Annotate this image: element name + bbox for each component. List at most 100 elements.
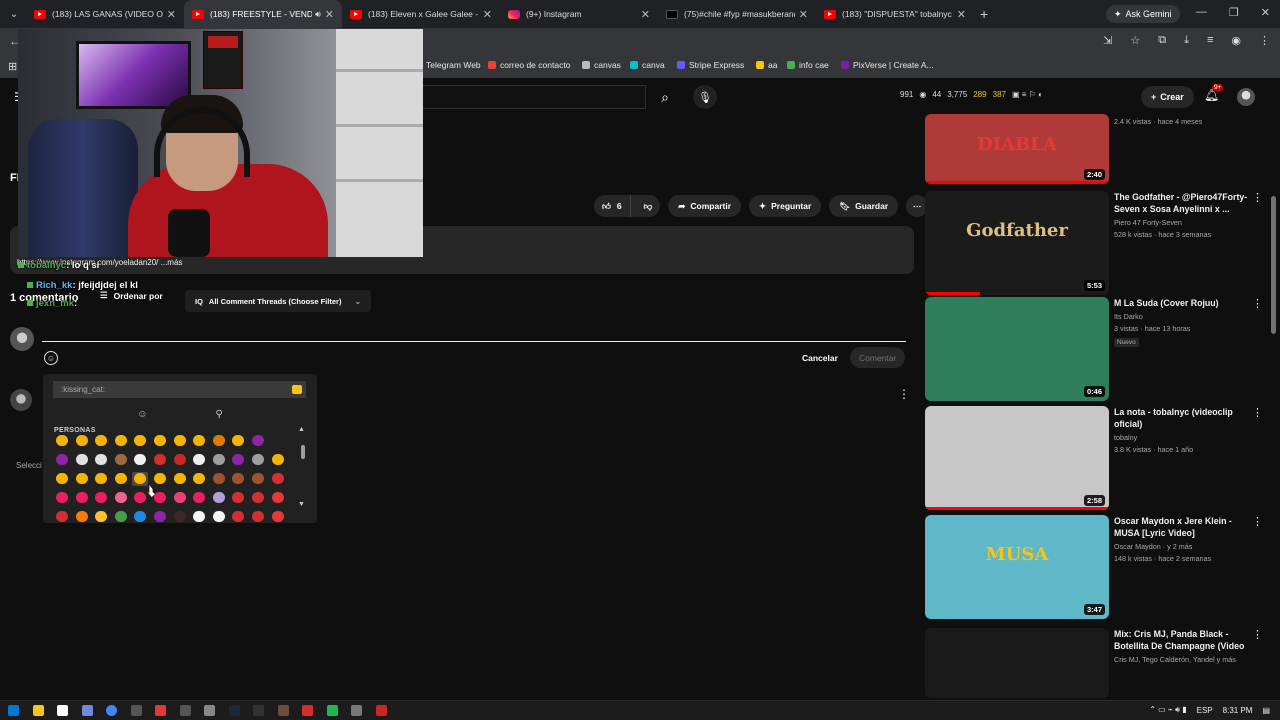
microphone-icon[interactable]: 🎙 (693, 85, 717, 109)
places-category-icon[interactable]: ⚲ (215, 409, 222, 420)
channel-name[interactable]: Oscar Maydon · y 2 más (1114, 542, 1252, 551)
emoji-icon[interactable] (54, 434, 70, 448)
video-thumbnail[interactable]: Godfather 5:53 (925, 191, 1109, 295)
browser-tab[interactable]: (183) FREESTYLE - VENDET🔊︎ ✕ (184, 0, 342, 28)
like-button[interactable]: 👍︎ 6 (594, 195, 631, 217)
skin-tone-icon[interactable] (292, 385, 302, 394)
comment-menu-icon[interactable]: ⋮ (898, 387, 910, 401)
emoji-icon[interactable] (211, 453, 227, 467)
comment-filter-dropdown[interactable]: IQ All Comment Threads (Choose Filter) ⌄ (185, 290, 371, 312)
channel-name[interactable]: Piero 47 Forty-Seven (1114, 218, 1252, 227)
emoji-icon[interactable] (191, 510, 207, 524)
emoji-icon[interactable] (250, 510, 266, 524)
emoji-icon[interactable] (172, 434, 188, 448)
bookmark-item[interactable]: Telegram Web (414, 60, 481, 70)
search-input[interactable] (422, 85, 646, 109)
app-icon[interactable] (130, 705, 142, 716)
emoji-icon[interactable] (152, 472, 168, 486)
emoji-scrollbar[interactable] (301, 445, 305, 459)
obs-icon[interactable] (155, 705, 166, 716)
video-thumbnail[interactable] (925, 628, 1109, 698)
emoji-icon[interactable] (250, 453, 266, 467)
channel-name[interactable]: tobalny (1114, 433, 1252, 442)
emoji-icon[interactable] (54, 472, 70, 486)
emoji-icon[interactable] (270, 453, 286, 467)
emoji-icon[interactable] (230, 453, 246, 467)
search-taskbar-icon[interactable] (57, 705, 68, 716)
emoji-icon[interactable] (211, 510, 227, 524)
emoji-icon[interactable] (191, 453, 207, 467)
emoji-icon[interactable] (230, 491, 246, 505)
emoji-icon[interactable] (191, 472, 207, 486)
account-avatar[interactable] (1237, 88, 1255, 106)
emoji-icon[interactable] (152, 434, 168, 448)
emoji-picker-icon[interactable]: ☺ (44, 351, 58, 365)
file-explorer-icon[interactable] (32, 705, 44, 716)
cancel-button[interactable]: Cancelar (794, 349, 846, 367)
bookmark-item[interactable]: Stripe Express (677, 60, 744, 70)
emoji-icon[interactable] (172, 510, 188, 524)
bookmark-item[interactable]: PixVerse | Create A... (841, 60, 934, 70)
bookmark-item[interactable]: aa (756, 60, 777, 70)
people-category-icon[interactable]: ☺ (137, 409, 147, 420)
close-window-icon[interactable]: ✕ (1261, 6, 1270, 19)
ask-gemini-button[interactable]: ✦ Ask Gemini (1106, 5, 1180, 23)
emoji-icon[interactable] (132, 471, 149, 486)
emoji-icon[interactable] (270, 491, 286, 505)
create-button[interactable]: + Crear (1141, 86, 1194, 108)
emoji-icon[interactable] (250, 491, 266, 505)
emoji-icon[interactable] (152, 491, 168, 505)
app-icon[interactable] (375, 705, 387, 716)
browser-tab[interactable]: (183) LAS GANAS (VIDEO OFICI ✕ (26, 0, 184, 28)
emoji-icon[interactable] (250, 472, 266, 486)
emoji-icon[interactable] (74, 434, 90, 448)
bookmark-item[interactable]: info cae (787, 60, 829, 70)
video-menu-icon[interactable]: ⋮ (1252, 406, 1263, 419)
emoji-icon[interactable] (93, 510, 109, 524)
emoji-icon[interactable] (191, 434, 207, 448)
chrome-icon[interactable] (106, 705, 117, 716)
extensions-icon[interactable]: ⧉ (1158, 34, 1166, 47)
emoji-search-input[interactable]: :kissing_cat: (53, 381, 306, 398)
tab-audio-icon[interactable]: 🔊︎ (315, 9, 321, 20)
apps-grid-icon[interactable]: ⊞ (8, 60, 17, 73)
emoji-icon[interactable] (113, 510, 129, 524)
capcut-icon[interactable] (253, 705, 264, 716)
emoji-icon[interactable] (132, 510, 148, 524)
emoji-icon[interactable] (172, 453, 188, 467)
emoji-icon[interactable] (211, 434, 227, 448)
emoji-icon[interactable] (211, 472, 227, 486)
spotify-icon[interactable] (326, 705, 338, 716)
task-view-icon[interactable] (179, 705, 191, 716)
scroll-down-icon[interactable]: ▼ (298, 501, 305, 508)
emoji-icon[interactable] (191, 491, 207, 505)
app-icon[interactable] (302, 705, 313, 716)
video-menu-icon[interactable]: ⋮ (1252, 297, 1263, 310)
emoji-icon[interactable] (54, 510, 70, 524)
emoji-icon[interactable] (270, 510, 286, 524)
emoji-icon[interactable] (93, 453, 109, 467)
video-thumbnail[interactable]: 0:46 (925, 297, 1109, 401)
close-tab-icon[interactable]: ✕ (641, 8, 650, 21)
emoji-icon[interactable] (132, 453, 148, 467)
app-icon[interactable] (204, 705, 215, 716)
new-tab-button[interactable]: + (980, 6, 988, 22)
emoji-icon[interactable] (74, 491, 90, 505)
emoji-icon[interactable] (230, 434, 246, 448)
emoji-icon[interactable] (93, 491, 109, 505)
dislike-button[interactable]: 👎︎ (636, 201, 661, 212)
maximize-icon[interactable]: ❐ (1229, 6, 1239, 19)
emoji-icon[interactable] (270, 472, 286, 486)
browser-menu-icon[interactable]: ⋮ (1259, 34, 1270, 47)
emoji-icon[interactable] (113, 434, 129, 448)
emoji-icon[interactable] (211, 491, 227, 505)
emoji-icon[interactable] (54, 491, 70, 505)
start-icon[interactable] (8, 705, 19, 716)
close-tab-icon[interactable]: ✕ (957, 8, 966, 21)
emoji-icon[interactable] (172, 472, 188, 486)
close-tab-icon[interactable]: ✕ (167, 8, 176, 21)
emoji-icon[interactable] (93, 472, 109, 486)
emoji-icon[interactable] (230, 510, 246, 524)
emoji-icon[interactable] (230, 472, 246, 486)
search-icon[interactable]: ⌕ (652, 87, 678, 107)
